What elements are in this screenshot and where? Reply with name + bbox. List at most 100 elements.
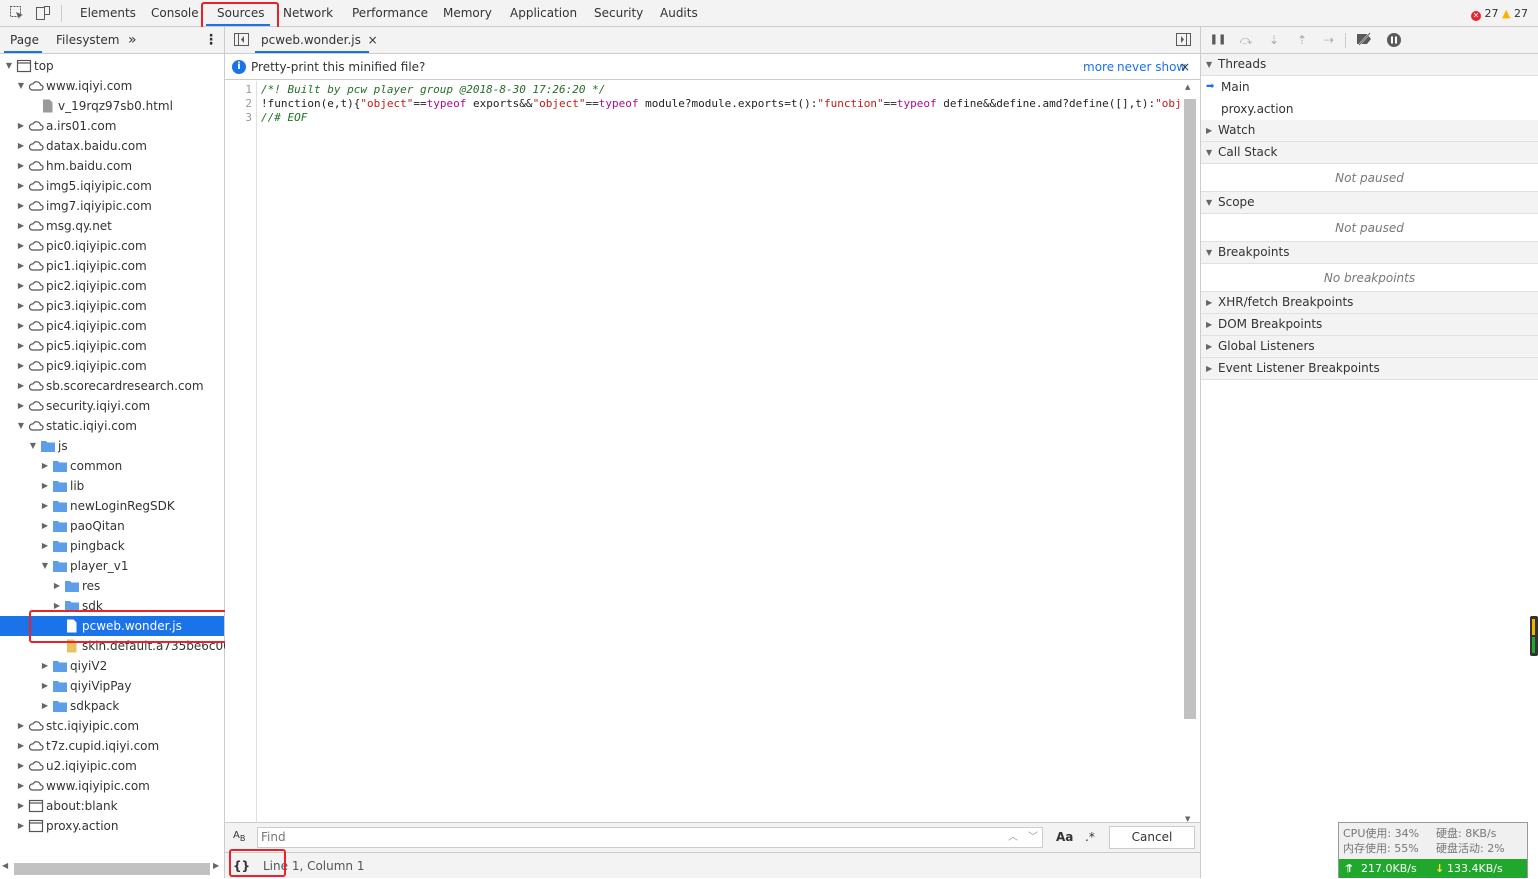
tree-item[interactable]: ▼ top xyxy=(0,56,224,76)
line-number[interactable]: 1 xyxy=(225,83,256,97)
console-counts[interactable]: ✕ 27 ▲ 27 xyxy=(1471,0,1528,27)
collapsed-arrow-icon[interactable]: ▶ xyxy=(16,196,26,216)
tree-item[interactable]: ▼ static.iqiyi.com xyxy=(0,416,224,436)
tab-application[interactable]: Application xyxy=(510,0,577,27)
find-input[interactable]: Find ︿ ﹀ xyxy=(257,827,1043,848)
collapsed-arrow-icon[interactable]: ▶ xyxy=(16,216,26,236)
toggle-debugger-icon[interactable] xyxy=(1176,33,1191,49)
tree-item[interactable]: ▶ a.irs01.com xyxy=(0,116,224,136)
deactivate-breakpoints-icon[interactable] xyxy=(1356,32,1374,48)
tree-item[interactable]: ▶ paoQitan xyxy=(0,516,224,536)
tree-item[interactable]: ▶ res xyxy=(0,576,224,596)
expanded-arrow-icon[interactable]: ▼ xyxy=(28,436,38,456)
cancel-button[interactable]: Cancel xyxy=(1109,826,1195,849)
collapsed-arrow-icon[interactable]: ▶ xyxy=(16,336,26,356)
close-tab-icon[interactable]: × xyxy=(368,33,378,47)
tree-item[interactable]: ▶ img5.iqiyipic.com xyxy=(0,176,224,196)
replace-toggle-icon[interactable]: AB xyxy=(233,830,245,843)
code-line[interactable]: /*! Built by pcw player group @2018-8-30… xyxy=(261,83,1181,97)
collapsed-arrow-icon[interactable]: ▶ xyxy=(16,136,26,156)
editor-vertical-scrollbar[interactable] xyxy=(1184,99,1196,719)
tree-item[interactable]: ▶ stc.iqiyipic.com xyxy=(0,716,224,736)
thread-main[interactable]: ➡ Main xyxy=(1201,76,1538,98)
tree-item[interactable]: ▼ js xyxy=(0,436,224,456)
toggle-navigator-icon[interactable] xyxy=(234,33,249,49)
tree-item[interactable]: ▶ pic5.iqiyipic.com xyxy=(0,336,224,356)
tab-page[interactable]: Page xyxy=(10,27,39,54)
collapsed-arrow-icon[interactable]: ▶ xyxy=(40,656,50,676)
expanded-arrow-icon[interactable]: ▼ xyxy=(16,76,26,96)
collapsed-arrow-icon[interactable]: ▶ xyxy=(16,356,26,376)
collapsed-arrow-icon[interactable]: ▶ xyxy=(16,756,26,776)
expanded-arrow-icon[interactable]: ▼ xyxy=(4,56,14,76)
collapsed-arrow-icon[interactable]: ▶ xyxy=(16,396,26,416)
xhr-breakpoints-section-header[interactable]: ▶ XHR/fetch Breakpoints xyxy=(1201,292,1538,314)
pause-on-exceptions-icon[interactable] xyxy=(1385,32,1403,48)
tree-item[interactable]: ▶ proxy.action xyxy=(0,816,224,836)
tree-item[interactable]: ▶ pic9.iqiyipic.com xyxy=(0,356,224,376)
code-line[interactable]: !function(e,t){"object"==typeof exports&… xyxy=(261,97,1181,111)
tree-item[interactable]: ▶ img7.iqiyipic.com xyxy=(0,196,224,216)
tree-item[interactable]: ▶ pingback xyxy=(0,536,224,556)
tree-item[interactable]: ▶ qiyiV2 xyxy=(0,656,224,676)
collapsed-arrow-icon[interactable]: ▶ xyxy=(16,776,26,796)
tab-security[interactable]: Security xyxy=(594,0,643,27)
collapsed-arrow-icon[interactable]: ▶ xyxy=(40,536,50,556)
line-number[interactable]: 2 xyxy=(225,97,256,111)
infobar-close-icon[interactable]: × xyxy=(1180,54,1190,80)
infobar-more-link[interactable]: more xyxy=(1083,54,1114,80)
collapsed-arrow-icon[interactable]: ▶ xyxy=(40,476,50,496)
tab-console[interactable]: Console xyxy=(151,0,199,27)
collapsed-arrow-icon[interactable]: ▶ xyxy=(16,116,26,136)
tree-item[interactable]: ▶ u2.iqiyipic.com xyxy=(0,756,224,776)
expanded-arrow-icon[interactable]: ▼ xyxy=(40,556,50,576)
tree-item[interactable]: ▶ t7z.cupid.iqiyi.com xyxy=(0,736,224,756)
tree-item[interactable]: ▼ www.iqiyi.com xyxy=(0,76,224,96)
tab-audits[interactable]: Audits xyxy=(660,0,698,27)
scroll-right-icon[interactable]: ▶ xyxy=(213,861,219,870)
navigator-horizontal-scrollbar[interactable] xyxy=(14,863,210,875)
collapsed-arrow-icon[interactable]: ▶ xyxy=(16,156,26,176)
tree-item[interactable]: v_19rqz97sb0.html xyxy=(0,96,224,116)
infobar-never-show-link[interactable]: never show xyxy=(1117,54,1186,80)
tree-item[interactable]: ▶ sb.scorecardresearch.com xyxy=(0,376,224,396)
find-previous-icon[interactable]: ︿ xyxy=(1008,828,1018,847)
collapsed-arrow-icon[interactable]: ▶ xyxy=(16,176,26,196)
more-tabs-icon[interactable]: » xyxy=(128,27,137,54)
collapsed-arrow-icon[interactable]: ▶ xyxy=(16,316,26,336)
tab-network[interactable]: Network xyxy=(283,0,333,27)
tab-elements[interactable]: Elements xyxy=(80,0,136,27)
collapsed-arrow-icon[interactable]: ▶ xyxy=(16,736,26,756)
file-tab-pcweb-wonder[interactable]: pcweb.wonder.js × xyxy=(261,27,378,54)
global-listeners-section-header[interactable]: ▶ Global Listeners xyxy=(1201,336,1538,358)
pretty-print-button[interactable]: {} xyxy=(233,853,250,879)
dom-breakpoints-section-header[interactable]: ▶ DOM Breakpoints xyxy=(1201,314,1538,336)
breakpoints-section-header[interactable]: ▼ Breakpoints xyxy=(1201,242,1538,264)
watch-section-header[interactable]: ▶ Watch xyxy=(1201,120,1538,142)
tree-item[interactable]: ▶ pic0.iqiyipic.com xyxy=(0,236,224,256)
collapsed-arrow-icon[interactable]: ▶ xyxy=(40,496,50,516)
collapsed-arrow-icon[interactable]: ▶ xyxy=(52,576,62,596)
tab-performance[interactable]: Performance xyxy=(352,0,428,27)
code-line[interactable]: //# EOF xyxy=(261,111,1181,125)
collapsed-arrow-icon[interactable]: ▶ xyxy=(16,296,26,316)
tree-item[interactable]: ▶ common xyxy=(0,456,224,476)
tree-item[interactable]: skin.default.a735be6c00f5e xyxy=(0,636,250,656)
event-listener-breakpoints-section-header[interactable]: ▶ Event Listener Breakpoints xyxy=(1201,358,1538,380)
scroll-left-icon[interactable]: ◀ xyxy=(2,861,8,870)
tree-item[interactable]: ▶ datax.baidu.com xyxy=(0,136,224,156)
scroll-up-icon[interactable]: ▲ xyxy=(1185,83,1190,91)
step-icon[interactable]: ⇢ xyxy=(1320,32,1338,48)
match-case-button[interactable]: Aa xyxy=(1056,830,1073,844)
pause-icon[interactable]: ❚❚ xyxy=(1209,32,1227,48)
tree-item[interactable]: pcweb.wonder.js xyxy=(0,616,224,636)
scope-section-header[interactable]: ▼ Scope xyxy=(1201,192,1538,214)
collapsed-arrow-icon[interactable]: ▶ xyxy=(40,516,50,536)
tree-item[interactable]: ▶ msg.qy.net xyxy=(0,216,224,236)
code-content[interactable]: /*! Built by pcw player group @2018-8-30… xyxy=(261,83,1181,125)
threads-section-header[interactable]: ▼ Threads xyxy=(1201,54,1538,76)
line-number-gutter[interactable]: 123 xyxy=(225,81,257,825)
kebab-menu-icon[interactable]: ⋮ xyxy=(204,27,218,54)
tree-item[interactable]: ▶ lib xyxy=(0,476,224,496)
device-toolbar-icon[interactable] xyxy=(35,5,51,21)
